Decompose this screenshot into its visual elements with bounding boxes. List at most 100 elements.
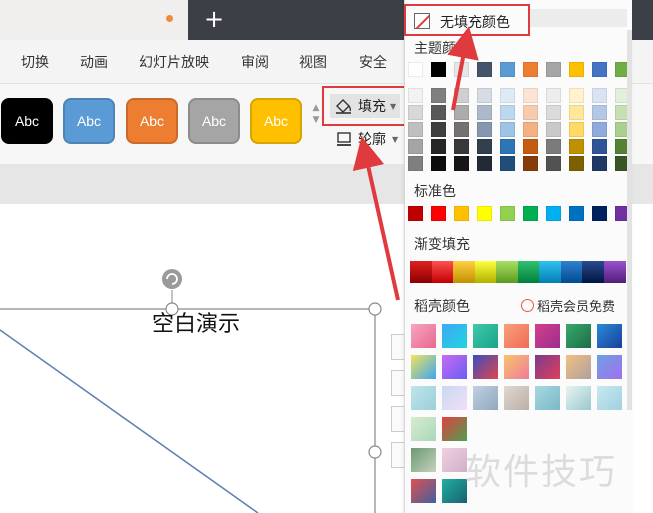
docer-color-swatch[interactable] bbox=[442, 386, 467, 410]
panel-scrollbar[interactable] bbox=[627, 30, 632, 410]
docer-color-swatch[interactable] bbox=[411, 479, 436, 503]
theme-color-swatch[interactable] bbox=[546, 62, 561, 77]
standard-color-swatch[interactable] bbox=[569, 206, 584, 221]
gradient-fill-swatch[interactable] bbox=[582, 261, 604, 283]
standard-color-swatch[interactable] bbox=[546, 206, 561, 221]
docer-color-swatch[interactable] bbox=[504, 386, 529, 410]
theme-color-swatch[interactable] bbox=[592, 139, 607, 154]
member-free-link[interactable]: 稻壳会员免费 bbox=[521, 296, 615, 315]
theme-color-swatch[interactable] bbox=[408, 122, 423, 137]
theme-color-swatch[interactable] bbox=[408, 139, 423, 154]
theme-color-swatch[interactable] bbox=[569, 105, 584, 120]
docer-color-swatch[interactable] bbox=[442, 324, 467, 348]
slide-title[interactable]: 空白演示 bbox=[152, 306, 240, 338]
theme-color-swatch[interactable] bbox=[546, 88, 561, 103]
theme-color-swatch[interactable] bbox=[454, 105, 469, 120]
gradient-fill-swatch[interactable] bbox=[431, 261, 454, 283]
gradient-fill-swatch[interactable] bbox=[496, 261, 518, 283]
standard-color-swatch[interactable] bbox=[477, 206, 492, 221]
theme-color-swatch[interactable] bbox=[408, 156, 423, 171]
docer-color-swatch[interactable] bbox=[504, 324, 529, 348]
gradient-fill-swatch[interactable] bbox=[410, 261, 432, 283]
docer-color-swatch[interactable] bbox=[411, 448, 436, 472]
theme-color-swatch[interactable] bbox=[477, 156, 492, 171]
theme-color-swatch[interactable] bbox=[546, 122, 561, 137]
theme-color-swatch[interactable] bbox=[546, 105, 561, 120]
theme-color-swatch[interactable] bbox=[431, 62, 446, 77]
theme-color-swatch[interactable] bbox=[523, 105, 538, 120]
theme-color-swatch[interactable] bbox=[408, 105, 423, 120]
theme-color-swatch[interactable] bbox=[454, 62, 469, 77]
theme-color-swatch[interactable] bbox=[500, 62, 515, 77]
docer-color-swatch[interactable] bbox=[442, 479, 467, 503]
docer-color-swatch[interactable] bbox=[473, 324, 498, 348]
gradient-fill-swatch[interactable] bbox=[539, 261, 561, 283]
no-fill-option[interactable]: 无填充颜色 bbox=[404, 4, 530, 36]
theme-color-swatch[interactable] bbox=[408, 88, 423, 103]
docer-color-swatch[interactable] bbox=[411, 324, 436, 348]
gradient-fill-swatch[interactable] bbox=[517, 261, 540, 283]
theme-color-swatch[interactable] bbox=[569, 62, 584, 77]
theme-color-swatch[interactable] bbox=[431, 156, 446, 171]
docer-color-swatch[interactable] bbox=[566, 355, 591, 379]
docer-color-swatch[interactable] bbox=[597, 355, 622, 379]
theme-color-swatch[interactable] bbox=[523, 139, 538, 154]
theme-color-swatch[interactable] bbox=[477, 122, 492, 137]
theme-color-swatch[interactable] bbox=[454, 88, 469, 103]
docer-color-swatch[interactable] bbox=[411, 386, 436, 410]
docer-color-swatch[interactable] bbox=[566, 386, 591, 410]
theme-color-swatch[interactable] bbox=[523, 156, 538, 171]
standard-color-swatch[interactable] bbox=[592, 206, 607, 221]
theme-color-swatch[interactable] bbox=[546, 139, 561, 154]
gradient-fill-swatch[interactable] bbox=[453, 261, 475, 283]
theme-color-swatch[interactable] bbox=[523, 62, 538, 77]
theme-color-swatch[interactable] bbox=[500, 139, 515, 154]
theme-color-swatch[interactable] bbox=[454, 156, 469, 171]
theme-color-swatch[interactable] bbox=[592, 122, 607, 137]
theme-color-swatch[interactable] bbox=[569, 139, 584, 154]
docer-color-swatch[interactable] bbox=[597, 324, 622, 348]
docer-color-swatch[interactable] bbox=[535, 355, 560, 379]
docer-color-swatch[interactable] bbox=[473, 355, 498, 379]
theme-color-swatch[interactable] bbox=[592, 156, 607, 171]
theme-color-swatch[interactable] bbox=[569, 88, 584, 103]
theme-color-swatch[interactable] bbox=[477, 139, 492, 154]
theme-color-swatch[interactable] bbox=[569, 122, 584, 137]
docer-color-swatch[interactable] bbox=[442, 417, 467, 441]
docer-color-swatch[interactable] bbox=[535, 324, 560, 348]
docer-color-swatch[interactable] bbox=[566, 324, 591, 348]
standard-color-swatch[interactable] bbox=[523, 206, 538, 221]
theme-color-swatch[interactable] bbox=[477, 62, 492, 77]
gradient-fill-swatch[interactable] bbox=[603, 261, 626, 283]
theme-color-swatch[interactable] bbox=[454, 139, 469, 154]
theme-color-swatch[interactable] bbox=[500, 156, 515, 171]
theme-color-swatch[interactable] bbox=[431, 88, 446, 103]
theme-color-swatch[interactable] bbox=[592, 105, 607, 120]
theme-color-swatch[interactable] bbox=[523, 88, 538, 103]
docer-color-swatch[interactable] bbox=[597, 386, 622, 410]
standard-color-swatch[interactable] bbox=[431, 206, 446, 221]
docer-color-swatch[interactable] bbox=[411, 355, 436, 379]
theme-color-swatch[interactable] bbox=[431, 105, 446, 120]
gradient-fill-swatch[interactable] bbox=[474, 261, 497, 283]
docer-color-swatch[interactable] bbox=[442, 355, 467, 379]
theme-color-swatch[interactable] bbox=[454, 122, 469, 137]
theme-color-swatch[interactable] bbox=[592, 62, 607, 77]
theme-color-swatch[interactable] bbox=[431, 139, 446, 154]
theme-color-swatch[interactable] bbox=[431, 122, 446, 137]
theme-color-swatch[interactable] bbox=[477, 105, 492, 120]
theme-color-swatch[interactable] bbox=[569, 156, 584, 171]
docer-color-swatch[interactable] bbox=[473, 386, 498, 410]
docer-color-swatch[interactable] bbox=[535, 386, 560, 410]
theme-color-swatch[interactable] bbox=[592, 88, 607, 103]
theme-color-swatch[interactable] bbox=[500, 88, 515, 103]
standard-color-swatch[interactable] bbox=[454, 206, 469, 221]
theme-color-swatch[interactable] bbox=[500, 122, 515, 137]
gradient-fill-swatch[interactable] bbox=[560, 261, 583, 283]
theme-color-swatch[interactable] bbox=[477, 88, 492, 103]
theme-color-swatch[interactable] bbox=[500, 105, 515, 120]
rotate-handle-icon[interactable] bbox=[162, 269, 182, 289]
theme-color-swatch[interactable] bbox=[408, 62, 423, 77]
docer-color-swatch[interactable] bbox=[442, 448, 467, 472]
theme-color-swatch[interactable] bbox=[523, 122, 538, 137]
